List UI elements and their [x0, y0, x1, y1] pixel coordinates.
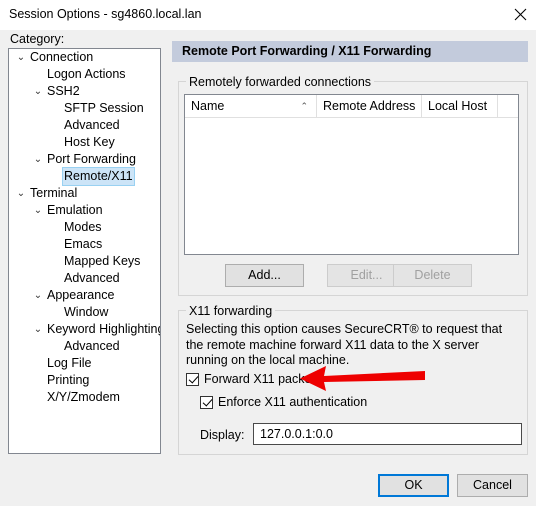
sort-ascending-icon[interactable]: ⌃ — [300, 95, 308, 117]
enforce-x11-authentication-label: Enforce X11 authentication — [218, 395, 368, 409]
sidebar-item-label: SFTP Session — [64, 101, 144, 115]
content-header-bar: Remote Port Forwarding / X11 Forwarding — [172, 41, 528, 62]
enforce-x11-authentication-row[interactable]: Enforce X11 authentication — [200, 395, 367, 409]
sidebar-item-host-key[interactable]: Host Key — [9, 134, 160, 151]
column-header-name[interactable]: Name ⌃ — [185, 95, 317, 117]
x11-forwarding-legend: X11 forwarding — [186, 304, 276, 318]
enforce-x11-authentication-checkbox[interactable] — [200, 395, 213, 409]
sidebar-item-label: Advanced — [64, 339, 120, 353]
sidebar-item-label: Host Key — [64, 135, 115, 149]
sidebar-item-label: Connection — [30, 50, 94, 64]
sidebar-item-label: Terminal — [30, 186, 78, 200]
chevron-down-icon[interactable]: ⌄ — [15, 185, 27, 202]
sidebar-item-emacs[interactable]: Emacs — [9, 236, 160, 253]
sidebar-item-terminal[interactable]: ⌄ Terminal — [9, 185, 160, 202]
sidebar-item-appearance[interactable]: ⌄ Appearance — [9, 287, 160, 304]
sidebar-item-label: Advanced — [64, 118, 120, 132]
sidebar-item-label: Printing — [47, 373, 90, 387]
display-input[interactable] — [253, 423, 522, 445]
sidebar-item-modes[interactable]: Modes — [9, 219, 160, 236]
sidebar-item-advanced[interactable]: Advanced — [9, 117, 160, 134]
chevron-down-icon[interactable]: ⌄ — [32, 151, 44, 168]
close-icon[interactable] — [504, 0, 536, 28]
chevron-down-icon[interactable]: ⌄ — [32, 83, 44, 100]
remote-connections-legend: Remotely forwarded connections — [186, 75, 375, 89]
sidebar-item-remote-x11[interactable]: Remote/X11 — [9, 167, 160, 186]
x11-description: Selecting this option causes SecureCRT® … — [186, 322, 503, 367]
sidebar-item-advanced[interactable]: Advanced — [9, 270, 160, 287]
category-tree[interactable]: ⌄ Connection Logon Actions ⌄ SSH2 SFTP Sessio… — [8, 48, 161, 454]
forward-x11-packets-checkbox[interactable] — [186, 372, 199, 386]
sidebar-item-label: Window — [64, 305, 109, 319]
chevron-down-icon[interactable]: ⌄ — [32, 321, 44, 338]
sidebar-item-label: Appearance — [47, 288, 115, 302]
forward-x11-packets-label: Forward X11 packets — [204, 372, 322, 386]
forwarded-connections-list[interactable]: Name ⌃ Remote Address Local Host — [184, 94, 519, 255]
sidebar-item-label: Emulation — [47, 203, 103, 217]
add-button[interactable]: Add... — [225, 264, 304, 287]
sidebar-item-label: Advanced — [64, 271, 120, 285]
cancel-button[interactable]: Cancel — [457, 474, 528, 497]
chevron-down-icon[interactable]: ⌄ — [15, 49, 27, 66]
sidebar-item-label: Keyword Highlighting — [47, 322, 161, 336]
sidebar-item-mapped-keys[interactable]: Mapped Keys — [9, 253, 160, 270]
list-header-row: Name ⌃ Remote Address Local Host — [185, 95, 518, 118]
ok-button[interactable]: OK — [378, 474, 449, 497]
sidebar-item-label: Logon Actions — [47, 67, 126, 81]
sidebar-item-label: SSH2 — [47, 84, 80, 98]
column-header-remote-address[interactable]: Remote Address — [317, 95, 422, 117]
display-label: Display: — [200, 428, 245, 442]
sidebar-item-connection[interactable]: ⌄ Connection — [9, 49, 160, 66]
window-title: Session Options - sg4860.local.lan — [9, 7, 202, 21]
sidebar-item-label: Emacs — [64, 237, 103, 251]
sidebar-item-log-file[interactable]: Log File — [9, 355, 160, 372]
sidebar-item-label: Log File — [47, 356, 92, 370]
chevron-down-icon[interactable]: ⌄ — [32, 287, 44, 304]
sidebar-item-label: Remote/X11 — [62, 167, 135, 186]
sidebar-item-label: X/Y/Zmodem — [47, 390, 120, 404]
sidebar-item-printing[interactable]: Printing — [9, 372, 160, 389]
sidebar-item-x-y-zmodem[interactable]: X/Y/Zmodem — [9, 389, 160, 406]
category-label: Category: — [10, 32, 65, 46]
sidebar-item-window[interactable]: Window — [9, 304, 160, 321]
delete-button[interactable]: Delete — [393, 264, 472, 287]
sidebar-item-advanced[interactable]: Advanced — [9, 338, 160, 355]
column-header-label: Remote Address — [323, 99, 416, 113]
column-header-local-host[interactable]: Local Host — [422, 95, 498, 117]
forward-x11-packets-row[interactable]: Forward X11 packets — [186, 372, 321, 386]
list-body[interactable] — [185, 118, 518, 254]
sidebar-item-label: Port Forwarding — [47, 152, 136, 166]
page-title: Remote Port Forwarding / X11 Forwarding — [182, 44, 432, 58]
sidebar-item-label: Modes — [64, 220, 102, 234]
sidebar-item-emulation[interactable]: ⌄ Emulation — [9, 202, 160, 219]
sidebar-item-sftp-session[interactable]: SFTP Session — [9, 100, 160, 117]
sidebar-item-logon-actions[interactable]: Logon Actions — [9, 66, 160, 83]
column-header-label: Name — [191, 99, 225, 113]
column-header-label: Local Host — [428, 99, 488, 113]
sidebar-item-ssh2[interactable]: ⌄ SSH2 — [9, 83, 160, 100]
sidebar-item-keyword-highlighting[interactable]: ⌄ Keyword Highlighting — [9, 321, 160, 338]
sidebar-item-port-forwarding[interactable]: ⌄ Port Forwarding — [9, 151, 160, 168]
window-titlebar: Session Options - sg4860.local.lan — [0, 0, 536, 30]
column-header-blank[interactable] — [498, 95, 518, 117]
sidebar-item-label: Mapped Keys — [64, 254, 141, 268]
chevron-down-icon[interactable]: ⌄ — [32, 202, 44, 219]
